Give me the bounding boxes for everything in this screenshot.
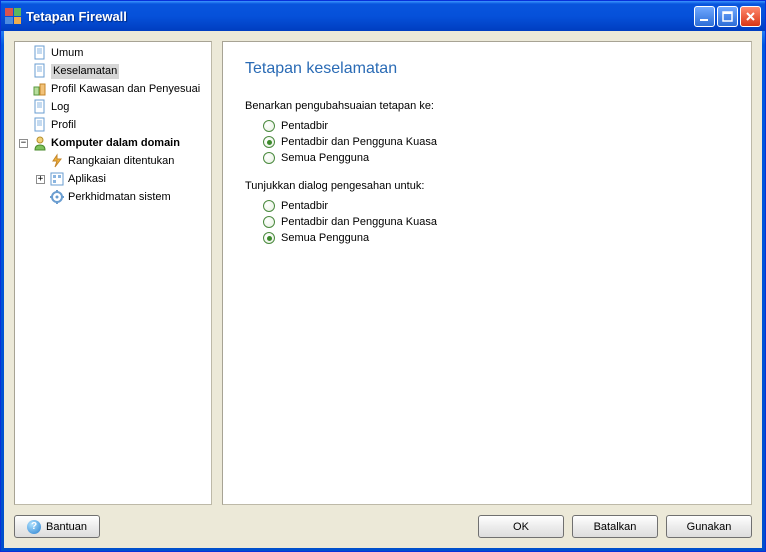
page-icon xyxy=(32,45,48,61)
button-label: Bantuan xyxy=(46,521,87,533)
sidebar-item-label: Rangkaian ditentukan xyxy=(68,154,174,169)
sidebar-item-profil[interactable]: Profil xyxy=(17,116,209,134)
sidebar-item-aplikasi[interactable]: + Aplikasi xyxy=(17,170,209,188)
radio-icon xyxy=(263,152,275,164)
sidebar-item-label: Log xyxy=(51,100,69,115)
radio-label: Pentadbir dan Pengguna Kuasa xyxy=(281,216,437,228)
sidebar-tree[interactable]: Umum Keselamatan Profil Kawasan dan Peny… xyxy=(14,41,212,505)
sidebar-item-komputer-domain[interactable]: − Komputer dalam domain xyxy=(17,134,209,152)
button-label: Gunakan xyxy=(687,521,732,533)
sidebar-item-profil-kawasan[interactable]: Profil Kawasan dan Penyesuai xyxy=(17,80,209,98)
client-area: Umum Keselamatan Profil Kawasan dan Peny… xyxy=(4,31,762,548)
ok-button[interactable]: OK xyxy=(478,515,564,538)
radio-icon xyxy=(263,136,275,148)
service-icon xyxy=(49,189,65,205)
radio-option-semua-2[interactable]: Semua Pengguna xyxy=(263,230,729,246)
sidebar-item-log[interactable]: Log xyxy=(17,98,209,116)
apply-button[interactable]: Gunakan xyxy=(666,515,752,538)
radio-icon xyxy=(263,120,275,132)
sidebar-item-label: Perkhidmatan sistem xyxy=(68,190,171,205)
expand-icon[interactable]: + xyxy=(36,175,45,184)
sidebar-item-label: Keselamatan xyxy=(51,64,119,79)
app-icon xyxy=(5,8,21,24)
radio-icon xyxy=(263,216,275,228)
cancel-button[interactable]: Batalkan xyxy=(572,515,658,538)
sidebar-item-label: Profil xyxy=(51,118,76,133)
radio-label: Pentadbir xyxy=(281,120,328,132)
radio-label: Semua Pengguna xyxy=(281,152,369,164)
page-icon xyxy=(32,63,48,79)
network-icon xyxy=(49,153,65,169)
sidebar-item-perkhidmatan[interactable]: Perkhidmatan sistem xyxy=(17,188,209,206)
radio-label: Pentadbir xyxy=(281,200,328,212)
radio-group-confirm: Pentadbir Pentadbir dan Pengguna Kuasa S… xyxy=(245,198,729,246)
main-area: Umum Keselamatan Profil Kawasan dan Peny… xyxy=(14,41,752,505)
page-icon xyxy=(32,99,48,115)
page-title: Tetapan keselamatan xyxy=(245,60,729,78)
sidebar-item-label: Profil Kawasan dan Penyesuai xyxy=(51,82,200,97)
page-icon xyxy=(32,117,48,133)
app-window: Tetapan Firewall Umum xyxy=(0,0,766,552)
sidebar-item-label: Umum xyxy=(51,46,83,61)
sidebar-item-label: Komputer dalam domain xyxy=(51,136,180,151)
button-label: Batalkan xyxy=(594,521,637,533)
button-bar: ? Bantuan OK Batalkan Gunakan xyxy=(14,505,752,538)
minimize-button[interactable] xyxy=(694,6,715,27)
sidebar-item-rangkaian[interactable]: Rangkaian ditentukan xyxy=(17,152,209,170)
collapse-icon[interactable]: − xyxy=(19,139,28,148)
sidebar-item-keselamatan[interactable]: Keselamatan xyxy=(17,62,209,80)
radio-option-pentadbir-kuasa-2[interactable]: Pentadbir dan Pengguna Kuasa xyxy=(263,214,729,230)
radio-label: Semua Pengguna xyxy=(281,232,369,244)
radio-group-modify: Pentadbir Pentadbir dan Pengguna Kuasa S… xyxy=(245,118,729,166)
radio-icon xyxy=(263,232,275,244)
maximize-button[interactable] xyxy=(717,6,738,27)
radio-option-pentadbir-1[interactable]: Pentadbir xyxy=(263,118,729,134)
window-controls xyxy=(694,6,761,27)
window-title: Tetapan Firewall xyxy=(26,9,694,24)
section-label-modify: Benarkan pengubahsuaian tetapan ke: xyxy=(245,100,729,112)
app-list-icon xyxy=(49,171,65,187)
content-panel: Tetapan keselamatan Benarkan pengubahsua… xyxy=(222,41,752,505)
radio-label: Pentadbir dan Pengguna Kuasa xyxy=(281,136,437,148)
help-button[interactable]: ? Bantuan xyxy=(14,515,100,538)
titlebar[interactable]: Tetapan Firewall xyxy=(1,1,765,31)
button-label: OK xyxy=(513,521,529,533)
zones-icon xyxy=(32,81,48,97)
radio-icon xyxy=(263,200,275,212)
radio-option-pentadbir-2[interactable]: Pentadbir xyxy=(263,198,729,214)
help-icon: ? xyxy=(27,520,41,534)
radio-option-pentadbir-kuasa-1[interactable]: Pentadbir dan Pengguna Kuasa xyxy=(263,134,729,150)
section-label-confirm: Tunjukkan dialog pengesahan untuk: xyxy=(245,180,729,192)
close-button[interactable] xyxy=(740,6,761,27)
sidebar-item-label: Aplikasi xyxy=(68,172,106,187)
radio-option-semua-1[interactable]: Semua Pengguna xyxy=(263,150,729,166)
sidebar-item-umum[interactable]: Umum xyxy=(17,44,209,62)
user-icon xyxy=(32,135,48,151)
